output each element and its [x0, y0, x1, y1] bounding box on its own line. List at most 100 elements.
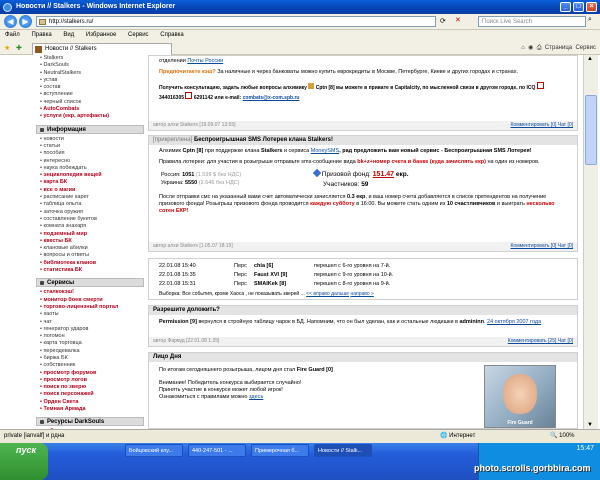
home-icon[interactable]: ⌂: [521, 45, 525, 51]
sidebar-info-item-11[interactable]: • составление букетов: [36, 216, 144, 223]
favorites-star-icon[interactable]: ★: [4, 44, 10, 52]
sidebar-info-item-12[interactable]: • комната знахаря: [36, 223, 144, 230]
level-nick[interactable]: chia [6]: [254, 262, 273, 271]
page-menu[interactable]: Страница: [545, 45, 572, 51]
sidebar-service-item-6[interactable]: • логомон: [36, 333, 144, 340]
tab-active[interactable]: Новости // Stalkers: [32, 43, 172, 55]
sidebar-service-item-14[interactable]: • поиск персонажей: [36, 391, 144, 398]
close-button[interactable]: ×: [586, 2, 597, 12]
level-nick[interactable]: Faust XVI [9]: [254, 271, 287, 280]
post-link[interactable]: Почты России: [187, 58, 223, 64]
sidebar-info-item-6[interactable]: • карта БК: [36, 179, 144, 186]
minimize-button[interactable]: _: [560, 2, 571, 12]
sidebar-info-item-18[interactable]: • статистика БК: [36, 267, 144, 274]
menu-view[interactable]: Вид: [63, 32, 74, 38]
sidebar-top-item-4[interactable]: • состав: [36, 84, 144, 91]
scroll-up-icon[interactable]: ▲: [587, 56, 593, 62]
face-photo[interactable]: Fire Guard: [484, 365, 556, 428]
permission-date-link[interactable]: 24 октября 2007 года: [487, 319, 541, 325]
sidebar-service-item-15[interactable]: • Орден Света: [36, 399, 144, 406]
lottery-footer-comments[interactable]: Комментировать [0] Чат [0]: [511, 242, 574, 251]
sidebar-info-item-10[interactable]: • заточка оружия: [36, 209, 144, 216]
sidebar-service-item-13[interactable]: • поиск по зверю: [36, 384, 144, 391]
sidebar-service-item-7[interactable]: • карта торговца: [36, 340, 144, 347]
stop-icon[interactable]: ✕: [455, 16, 461, 24]
sidebar-top-item-2[interactable]: • NeutralStalkers: [36, 70, 144, 77]
levels-prev-link[interactable]: << вправо дальше: [306, 291, 349, 297]
sidebar-top-item-3[interactable]: • устав: [36, 77, 144, 84]
feeds-icon[interactable]: ◉: [528, 45, 533, 51]
moneysms-link[interactable]: MoneySMS: [311, 148, 339, 154]
menu-tools[interactable]: Сервис: [128, 32, 149, 38]
lottery-rules-end: на один из номеров.: [487, 159, 540, 165]
permission-footer-comments[interactable]: Комментировать [25] Чат [0]: [508, 337, 573, 346]
sidebar-info-item-1[interactable]: • статьи: [36, 143, 144, 150]
print-icon[interactable]: ⎙: [537, 45, 542, 51]
sidebar-info-item-17[interactable]: • библиотека кланов: [36, 260, 144, 267]
scroll-down-icon[interactable]: ▼: [587, 422, 593, 428]
sidebar-service-item-0[interactable]: • сталкокэш!: [36, 289, 144, 296]
sidebar-top-item-1[interactable]: • DarkSouls: [36, 62, 144, 69]
email-link[interactable]: combats@x-com.spb.ru: [243, 95, 300, 101]
sidebar-top-item-8[interactable]: • услуги (екр, артефакты): [36, 113, 144, 120]
sidebar-info-item-15[interactable]: • клановые абилки: [36, 245, 144, 252]
face-winner[interactable]: Fire Guard [0]: [297, 367, 333, 373]
taskbar-item-3[interactable]: Примерочная б...: [251, 444, 309, 457]
level-nick[interactable]: SMAIKek [8]: [254, 280, 286, 289]
menu-help[interactable]: Справка: [160, 32, 184, 38]
sidebar-info-item-16[interactable]: • вопросы и ответы: [36, 252, 144, 259]
tools-menu[interactable]: Сервис: [575, 45, 596, 51]
forward-button[interactable]: ▶: [19, 15, 32, 28]
add-favorite-icon[interactable]: ✚: [16, 44, 22, 52]
permission-nick[interactable]: Permission [9]: [159, 319, 197, 325]
sidebar-info-item-7[interactable]: • все о магии: [36, 187, 144, 194]
permission-nick2[interactable]: admininn: [460, 319, 484, 325]
scroll-thumb[interactable]: [585, 95, 597, 165]
sidebar-top-item-0[interactable]: • Stalkers: [36, 55, 144, 62]
back-button[interactable]: ◀: [4, 15, 17, 28]
sidebar-info-item-0[interactable]: • новости: [36, 136, 144, 143]
sidebar-service-item-9[interactable]: • биржа БК: [36, 355, 144, 362]
lottery-nick[interactable]: Cptn [8]: [183, 148, 204, 154]
sidebar-top-item-6[interactable]: • черный список: [36, 99, 144, 106]
menu-favorites[interactable]: Избранное: [86, 32, 116, 38]
sidebar-info-item-9[interactable]: • таблица опыта: [36, 201, 144, 208]
zoom-control[interactable]: 🔍 100%: [550, 430, 575, 443]
sidebar-service-item-12[interactable]: • просмотр логов: [36, 377, 144, 384]
sidebar-info-item-5[interactable]: • энциклопедия вещей: [36, 172, 144, 179]
sidebar-service-item-10[interactable]: • собственник: [36, 362, 144, 369]
sidebar-service-item-5[interactable]: • генератор ударов: [36, 326, 144, 333]
sidebar-service-item-11[interactable]: • просмотр форумов: [36, 370, 144, 377]
sidebar-service-item-8[interactable]: • переодевалка: [36, 348, 144, 355]
sidebar-info-item-2[interactable]: • пособия: [36, 150, 144, 157]
taskbar-item-1[interactable]: Бойцовский клу...: [125, 444, 183, 457]
start-button[interactable]: пуск: [0, 443, 48, 480]
sidebar-service-item-1[interactable]: • монитор боев смерти: [36, 297, 144, 304]
face-rules-link[interactable]: здесь: [249, 394, 263, 400]
maximize-button[interactable]: □: [573, 2, 584, 12]
search-input[interactable]: Поиск Live Search: [478, 16, 586, 27]
taskbar-item-2[interactable]: 440-247-501 - ...: [188, 444, 246, 457]
menu-file[interactable]: Файл: [5, 32, 20, 38]
sidebar-info-item-14[interactable]: • квесты БК: [36, 238, 144, 245]
alchemist-nick[interactable]: Cptn [8]: [316, 85, 335, 91]
taskbar-item-4[interactable]: Новости // Stalk...: [314, 444, 372, 457]
vertical-scrollbar[interactable]: ▲ ▼: [583, 55, 598, 429]
sidebar-top-item-7[interactable]: • AutoCombats: [36, 106, 144, 113]
sidebar-service-item-4[interactable]: • чат: [36, 319, 144, 326]
top-footer-comments[interactable]: Комментировать [0] Чат [0]: [511, 121, 574, 130]
sidebar-service-item-2[interactable]: • торгово-лицензный портал: [36, 304, 144, 311]
search-icon[interactable]: ⌕: [588, 16, 592, 24]
sidebar-service-item-16[interactable]: • Темная Армада: [36, 406, 144, 413]
sidebar-info-item-13[interactable]: • подземный мир: [36, 231, 144, 238]
lottery-clan[interactable]: Stalkers: [261, 148, 282, 154]
sidebar-info-item-4[interactable]: • наука побеждать: [36, 165, 144, 172]
sidebar-info-item-8[interactable]: • расписание карет: [36, 194, 144, 201]
sidebar-info-item-3[interactable]: • интересно: [36, 158, 144, 165]
sidebar-service-item-3[interactable]: • хаоты: [36, 311, 144, 318]
menu-edit[interactable]: Правка: [31, 32, 51, 38]
refresh-icon[interactable]: ⟳: [440, 17, 446, 25]
levels-next-link[interactable]: направо »: [350, 291, 373, 297]
url-input[interactable]: http://stalkers.ru/: [36, 16, 436, 27]
sidebar-top-item-5[interactable]: • вступление: [36, 91, 144, 98]
